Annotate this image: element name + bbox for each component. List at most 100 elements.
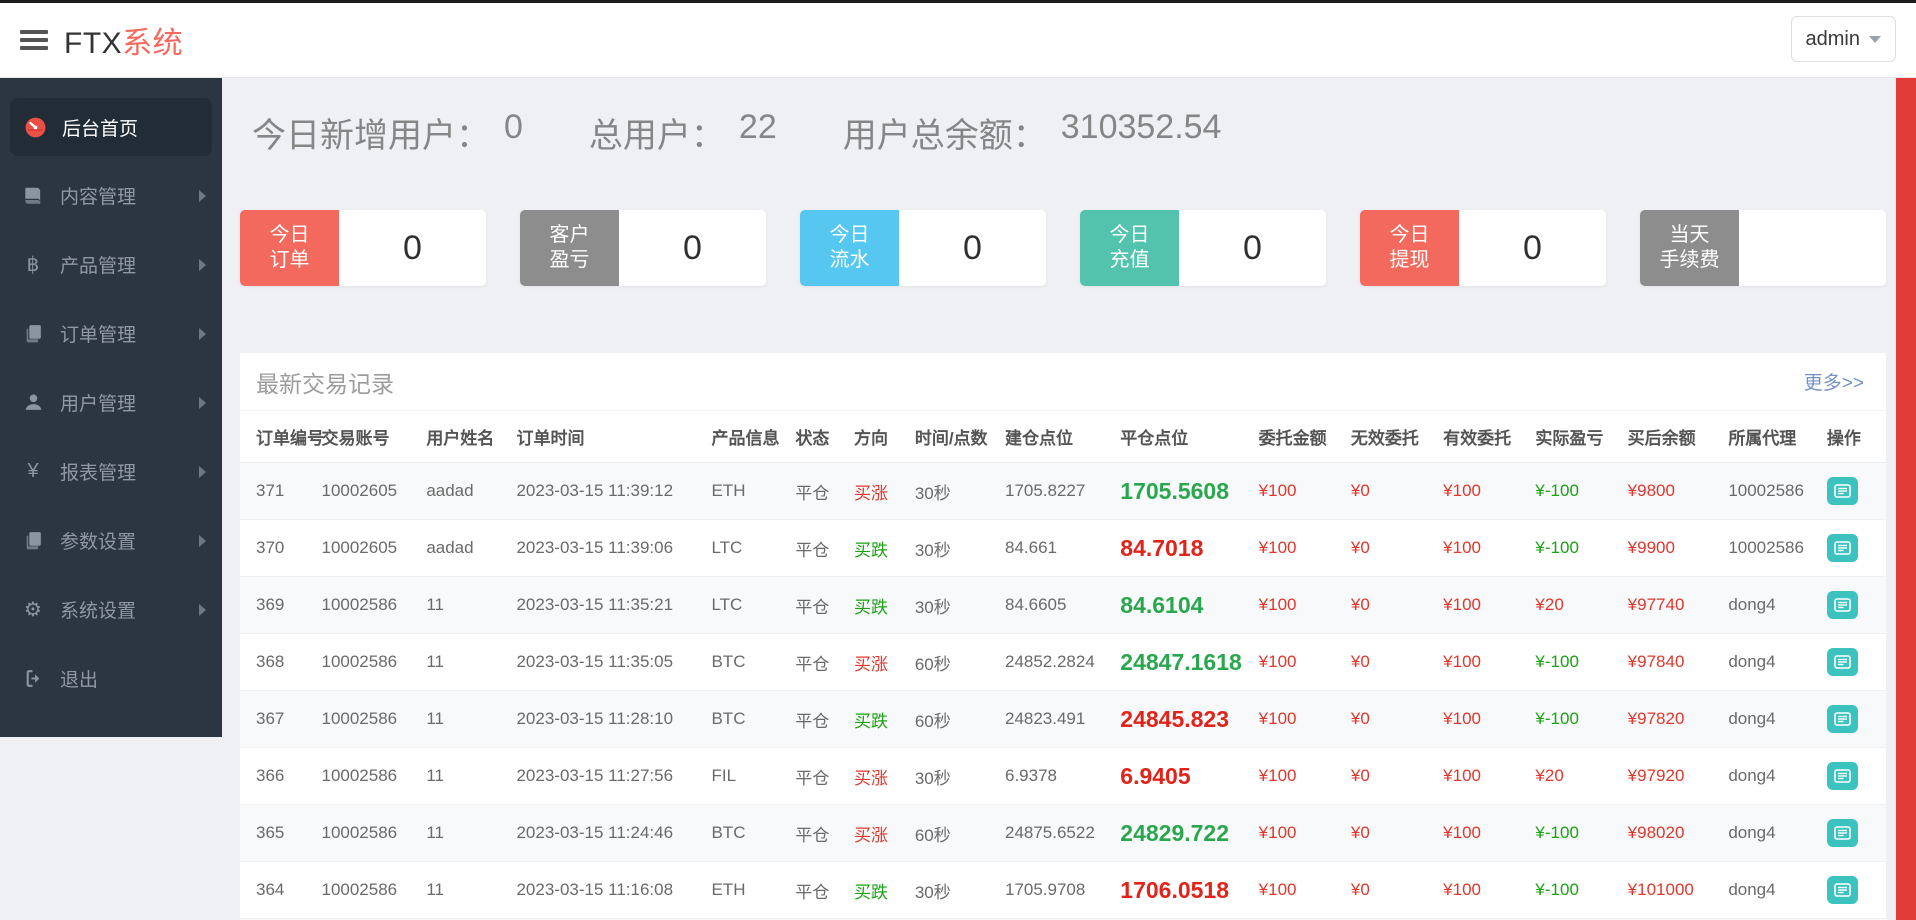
stat-cards-row: 今日 订单 0 客户 盈亏 0 今日 流水 0 今日 充值 0 今日 提现 0 当天 手续费 (240, 210, 1886, 286)
trade-account-cell: 10002605 (315, 519, 421, 577)
actual-profit-cell: ¥-100 (1529, 690, 1622, 748)
card-label: 今日 提现 (1360, 210, 1459, 286)
invalid-entrust-cell: ¥0 (1344, 861, 1438, 919)
sidebar-item-dashboard[interactable]: 后台首页 (10, 98, 212, 156)
pages-icon (20, 530, 46, 551)
order-time-cell: 2023-03-15 11:24:46 (510, 804, 706, 862)
close-price-cell: 1705.5608 (1114, 462, 1253, 520)
sidebar-item-orders[interactable]: 订单管理 (0, 299, 222, 368)
entrust-amount-cell: ¥100 (1252, 633, 1345, 691)
order-detail-button[interactable] (1826, 819, 1858, 847)
card-value: 0 (1459, 210, 1606, 286)
card-today-deposit: 今日 充值 0 (1080, 210, 1326, 286)
card-value: 0 (339, 210, 486, 286)
action-cell (1820, 633, 1886, 691)
col-post-balance: 买后余额 (1621, 411, 1723, 463)
table-header-row: 订单编号 交易账号 用户姓名 订单时间 产品信息 状态 方向 时间/点数 建仓点… (240, 411, 1886, 463)
overview-stats: 今日新增用户： 0 总用户： 22 用户总余额： 310352.54 (252, 108, 1886, 157)
post-balance-cell: ¥97740 (1621, 576, 1723, 634)
product-cell: BTC (705, 633, 790, 691)
form-icon (1834, 598, 1851, 612)
status-cell: 平仓 (789, 519, 849, 577)
duration-cell: 60秒 (908, 804, 999, 862)
duration-cell: 30秒 (908, 462, 999, 520)
entrust-amount-cell: ¥100 (1252, 519, 1345, 577)
sidebar-item-label: 退出 (60, 670, 99, 691)
product-cell: FIL (705, 747, 790, 805)
sidebar-item-label: 产品管理 (60, 256, 137, 277)
direction-cell: 买涨 (848, 633, 909, 691)
valid-entrust-cell: ¥100 (1437, 462, 1530, 520)
direction-cell: 买涨 (848, 462, 909, 520)
entrust-amount-cell: ¥100 (1252, 804, 1345, 862)
table-row: 368 10002586 11 2023-03-15 11:35:05 BTC 平仓 买涨 6… (240, 633, 1886, 691)
sidebar-item-label: 参数设置 (60, 532, 137, 553)
sidebar-item-content[interactable]: 内容管理 (0, 161, 222, 230)
trade-account-cell: 10002586 (315, 576, 421, 634)
direction-cell: 买跌 (848, 861, 909, 919)
stat-total-users: 总用户： 22 (589, 108, 777, 157)
table-row: 369 10002586 11 2023-03-15 11:35:21 LTC 平仓 买跌 3… (240, 576, 1886, 634)
valid-entrust-cell: ¥100 (1437, 861, 1530, 919)
actual-profit-cell: ¥-100 (1529, 861, 1622, 919)
agent-cell: dong4 (1722, 633, 1821, 691)
form-icon (1834, 826, 1851, 840)
post-balance-cell: ¥98020 (1621, 804, 1723, 862)
stat-label: 总用户： (588, 117, 725, 155)
close-price-cell: 24845.823 (1114, 690, 1253, 748)
col-duration: 时间/点数 (908, 411, 999, 463)
action-cell (1820, 690, 1886, 748)
form-icon (1834, 541, 1851, 555)
order-time-cell: 2023-03-15 11:27:56 (510, 747, 706, 805)
user-icon (20, 392, 46, 413)
form-icon (1834, 769, 1851, 783)
hamburger-menu-icon[interactable] (20, 26, 48, 54)
sidebar-item-system[interactable]: ⚙ 系统设置 (0, 575, 222, 644)
order-detail-button[interactable] (1826, 591, 1858, 619)
user-name-cell: aadad (420, 519, 511, 577)
actual-profit-cell: ¥-100 (1529, 804, 1622, 862)
brand-prefix: FTX (64, 27, 123, 60)
trade-account-cell: 10002586 (315, 747, 421, 805)
order-time-cell: 2023-03-15 11:35:05 (510, 633, 706, 691)
sidebar-item-label: 用户管理 (60, 394, 137, 415)
chevron-right-icon (199, 396, 206, 409)
sidebar-item-label: 系统设置 (60, 601, 137, 622)
order-detail-button[interactable] (1826, 534, 1858, 562)
post-balance-cell: ¥9900 (1621, 519, 1723, 577)
status-cell: 平仓 (789, 462, 849, 520)
col-invalid-entrust: 无效委托 (1344, 411, 1438, 463)
right-scrollbar[interactable] (1896, 78, 1916, 920)
card-value: 0 (1179, 210, 1326, 286)
user-name-cell: 11 (420, 690, 511, 748)
sidebar-item-logout[interactable]: 退出 (0, 644, 222, 713)
order-id-cell: 369 (240, 576, 316, 634)
more-link[interactable]: 更多>> (1804, 368, 1864, 395)
table-row: 367 10002586 11 2023-03-15 11:28:10 BTC 平仓 买跌 6… (240, 690, 1886, 748)
invalid-entrust-cell: ¥0 (1344, 804, 1438, 862)
admin-user-dropdown[interactable]: admin (1790, 16, 1896, 62)
order-detail-button[interactable] (1826, 762, 1858, 790)
order-detail-button[interactable] (1826, 876, 1858, 904)
close-price-cell: 84.6104 (1114, 576, 1253, 634)
trade-account-cell: 10002605 (315, 462, 421, 520)
order-detail-button[interactable] (1826, 477, 1858, 505)
duration-cell: 30秒 (908, 747, 999, 805)
direction-cell: 买跌 (848, 519, 909, 577)
invalid-entrust-cell: ¥0 (1344, 462, 1438, 520)
sidebar-item-users[interactable]: 用户管理 (0, 368, 222, 437)
order-time-cell: 2023-03-15 11:16:08 (510, 861, 706, 919)
invalid-entrust-cell: ¥0 (1344, 519, 1438, 577)
action-cell (1820, 804, 1886, 862)
action-cell (1820, 747, 1886, 805)
order-detail-button[interactable] (1826, 705, 1858, 733)
close-price-cell: 1706.0518 (1114, 861, 1253, 919)
actual-profit-cell: ¥20 (1529, 576, 1622, 634)
order-detail-button[interactable] (1826, 648, 1858, 676)
sidebar-item-products[interactable]: ฿ 产品管理 (0, 230, 222, 299)
sidebar-item-parameters[interactable]: 参数设置 (0, 506, 222, 575)
form-icon (1834, 883, 1851, 897)
post-balance-cell: ¥97820 (1621, 690, 1723, 748)
sidebar-item-reports[interactable]: ¥ 报表管理 (0, 437, 222, 506)
user-name-cell: 11 (420, 861, 511, 919)
